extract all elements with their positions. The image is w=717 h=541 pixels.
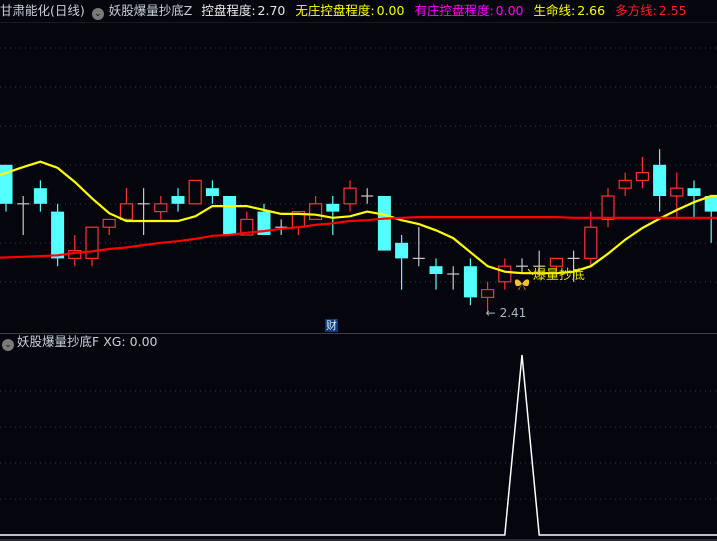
candle-up xyxy=(119,203,134,221)
candle-down xyxy=(326,203,340,212)
candle-down xyxy=(429,266,443,274)
candle-up xyxy=(85,226,99,259)
chart-canvas[interactable]: ← 2.41 爆量抄底 xyxy=(0,0,717,541)
xg-line xyxy=(0,354,717,536)
candle-up xyxy=(670,187,684,197)
candle-down xyxy=(223,196,237,235)
candle-up xyxy=(343,187,357,205)
candle-up xyxy=(102,218,116,228)
candle-up xyxy=(601,195,615,220)
chevron-down-icon[interactable]: ⌄ xyxy=(2,339,14,351)
candle-down xyxy=(33,188,47,204)
butterfly-icon xyxy=(514,279,530,290)
candle-down xyxy=(51,211,65,259)
xg-value: 0.00 xyxy=(129,334,158,349)
sub-chart-header: ⌄ 妖股爆量抄底F XG: 0.00 xyxy=(0,333,157,351)
low-arrow: ← xyxy=(486,306,496,320)
candle-down xyxy=(653,164,667,196)
candle-down xyxy=(687,188,701,196)
candle-up xyxy=(188,179,202,205)
xg-label: XG: xyxy=(103,334,126,349)
candle-down xyxy=(395,242,409,259)
candle-up xyxy=(549,257,564,267)
candle-down xyxy=(171,196,185,204)
signal-label: 爆量抄底 xyxy=(533,267,585,283)
candle-down xyxy=(463,266,477,298)
candle-up xyxy=(309,203,323,221)
candle-down xyxy=(205,188,219,196)
candle-up xyxy=(635,172,650,182)
sub-indicator-name[interactable]: 妖股爆量抄底F xyxy=(17,334,99,349)
candle-up xyxy=(584,226,598,259)
candle-up xyxy=(154,203,168,213)
low-price-label: 2.41 xyxy=(500,306,527,320)
candle-down xyxy=(377,196,391,251)
candle-up xyxy=(498,265,512,283)
finance-badge[interactable]: 财 xyxy=(325,319,338,332)
candle-up xyxy=(481,289,495,299)
candle-up xyxy=(618,179,632,189)
